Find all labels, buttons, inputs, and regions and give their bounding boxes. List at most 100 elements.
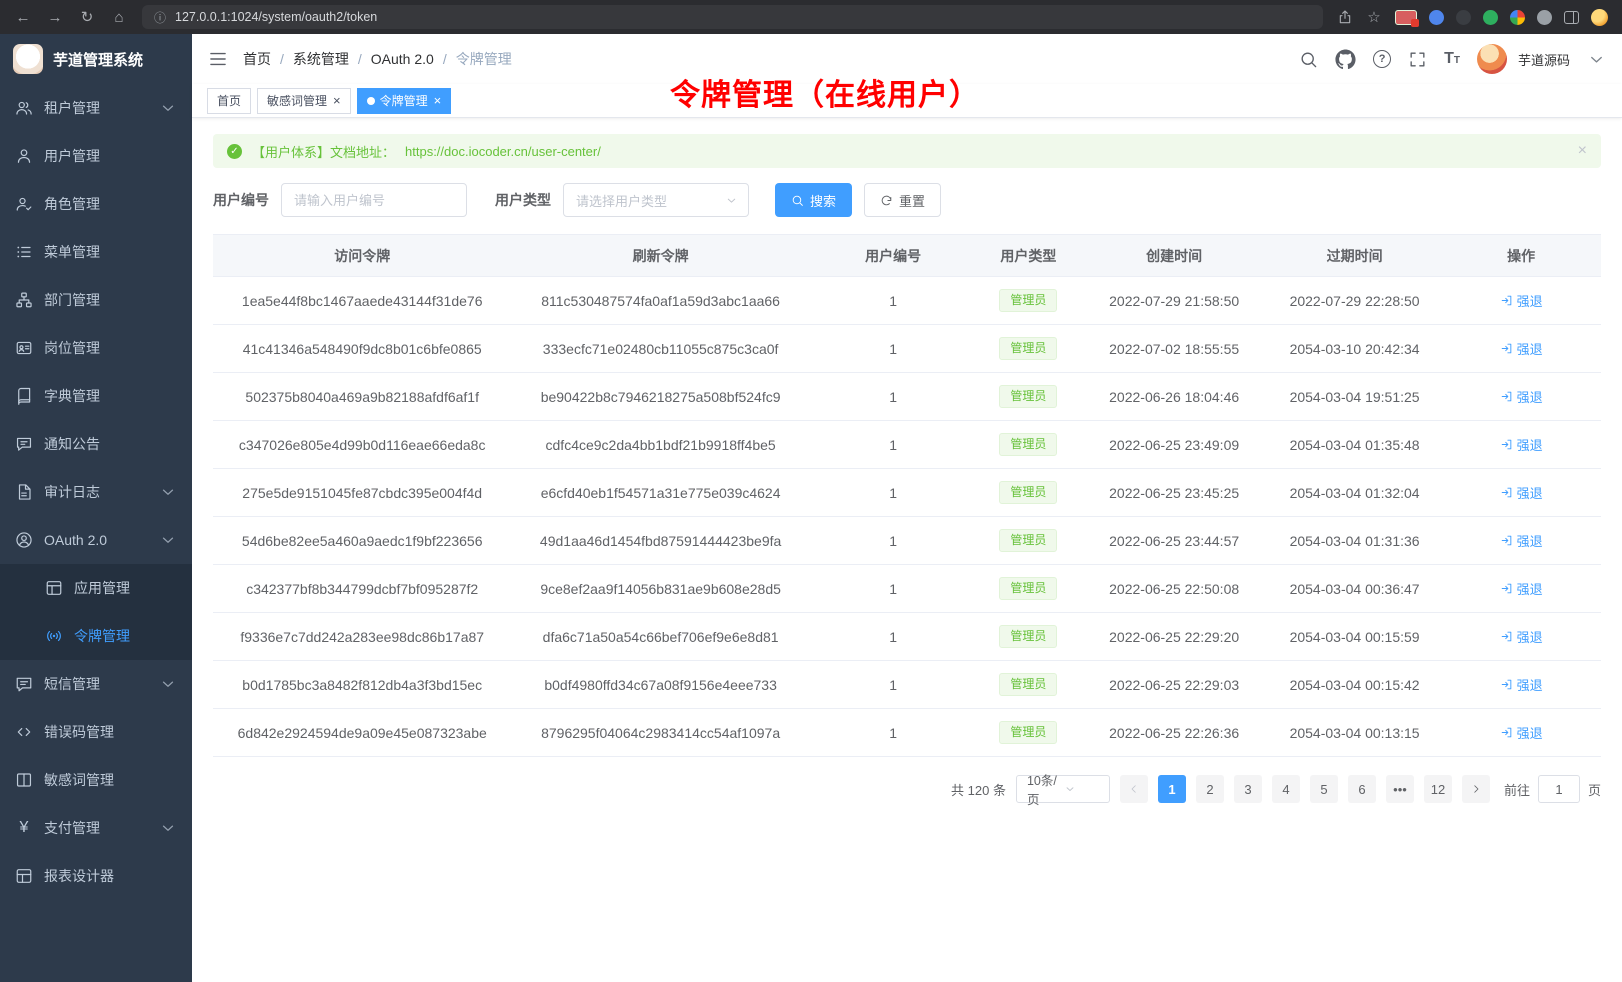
force-logout-button[interactable]: 强退 [1500,339,1543,358]
force-logout-button[interactable]: 强退 [1500,291,1543,310]
breadcrumb-item[interactable]: OAuth 2.0 [371,51,434,67]
force-logout-button[interactable]: 强退 [1500,579,1543,598]
sidebar: 芋道管理系统 租户管理 用户管理 角色管理 菜单管理 部门管理 岗位管理 [0,34,192,982]
extensions-puzzle-icon[interactable] [1537,10,1552,25]
github-icon[interactable] [1335,49,1356,70]
table-row: 502375b8040a469a9b82188afdf6af1f be90422… [213,373,1601,421]
help-icon[interactable]: ? [1373,50,1391,68]
breadcrumb-separator: / [443,51,447,67]
force-logout-button[interactable]: 强退 [1500,387,1543,406]
page-button[interactable]: 4 [1272,775,1300,803]
extension-icon[interactable] [1429,10,1444,25]
sidebar-item-audit-log[interactable]: 审计日志 [0,468,192,516]
sidebar-item-post[interactable]: 岗位管理 [0,324,192,372]
back-icon[interactable]: ← [14,9,32,26]
user-type-badge: 管理员 [999,433,1057,455]
goto-page-input[interactable] [1538,775,1580,803]
sidebar-item-sensitive-words[interactable]: 敏感词管理 [0,756,192,804]
page-size-select[interactable]: 10条/页 [1016,775,1110,803]
access-token-cell: 502375b8040a469a9b82188afdf6af1f [213,373,511,421]
close-icon[interactable]: × [333,94,341,107]
expire-time-cell: 2054-03-04 00:15:59 [1268,613,1442,661]
reset-button[interactable]: 重置 [864,183,941,217]
sidebar-item-payment[interactable]: ¥ 支付管理 [0,804,192,852]
create-time-cell: 2022-06-25 23:45:25 [1080,469,1267,517]
reload-icon[interactable]: ↻ [78,8,96,26]
sidebar-item-sms[interactable]: 短信管理 [0,660,192,708]
force-logout-button[interactable]: 强退 [1500,531,1543,550]
sidebar-item-oauth[interactable]: OAuth 2.0 [0,516,192,564]
breadcrumb-item[interactable]: 首页 [243,49,271,69]
doc-link[interactable]: https://doc.iocoder.cn/user-center/ [405,144,601,159]
url-bar[interactable]: ⓘ 127.0.0.1:1024/system/oauth2/token [142,5,1323,29]
user-type-select[interactable]: 请选择用户类型 [563,183,749,217]
breadcrumb-item[interactable]: 系统管理 [293,49,349,69]
tab-sensitive-words[interactable]: 敏感词管理 × [257,88,351,114]
user-name[interactable]: 芋道源码 [1518,50,1570,69]
sidebar-item-menu[interactable]: 菜单管理 [0,228,192,276]
sidebar-toggle-icon[interactable] [1564,11,1579,24]
sidebar-item-token-manage[interactable]: 令牌管理 [0,612,192,660]
access-token-cell: 6d842e2924594de9a09e45e087323abe [213,709,511,757]
chevron-down-icon [159,99,177,117]
force-logout-button[interactable]: 强退 [1500,675,1543,694]
doc-alert-banner: ✓ 【用户体系】文档地址： https://doc.iocoder.cn/use… [213,134,1601,168]
page-button[interactable]: 2 [1196,775,1224,803]
action-cell: 强退 [1441,373,1601,421]
page-button[interactable]: 12 [1424,775,1452,803]
share-icon[interactable] [1337,9,1353,25]
search-button[interactable]: 搜索 [775,183,852,217]
user-avatar[interactable] [1477,44,1507,74]
page-button[interactable]: 5 [1310,775,1338,803]
force-logout-button[interactable]: 强退 [1500,483,1543,502]
sidebar-item-error-code[interactable]: 错误码管理 [0,708,192,756]
logout-icon [1500,582,1513,595]
hamburger-icon[interactable] [208,49,228,69]
sidebar-item-user[interactable]: 用户管理 [0,132,192,180]
expire-time-cell: 2054-03-04 00:13:15 [1268,709,1442,757]
sidebar-item-report-designer[interactable]: 报表设计器 [0,852,192,900]
page-button[interactable]: 1 [1158,775,1186,803]
chevron-left-icon [1128,783,1140,795]
home-icon[interactable]: ⌂ [110,9,128,26]
page-button[interactable]: 6 [1348,775,1376,803]
forward-icon[interactable]: → [46,9,64,26]
fullscreen-icon[interactable] [1408,50,1427,69]
tab-token-manage[interactable]: 令牌管理 × [357,88,452,114]
more-pages-button[interactable]: ••• [1386,775,1414,803]
close-icon[interactable]: × [434,94,442,107]
chevron-down-icon[interactable] [1587,50,1606,69]
sidebar-item-dept[interactable]: 部门管理 [0,276,192,324]
app-logo[interactable]: 芋道管理系统 [0,34,192,84]
search-icon[interactable] [1299,50,1318,69]
refresh-token-cell: 49d1aa46d1454fbd87591444423be9fa [511,517,809,565]
force-logout-button[interactable]: 强退 [1500,723,1543,742]
sidebar-item-role[interactable]: 角色管理 [0,180,192,228]
next-page-button[interactable] [1462,775,1490,803]
font-size-icon[interactable]: TT [1444,50,1460,68]
page-button[interactable]: 3 [1234,775,1262,803]
create-time-cell: 2022-06-25 22:29:20 [1080,613,1267,661]
user-id-input[interactable] [281,183,467,217]
extension-icon[interactable] [1483,10,1498,25]
extension-icon[interactable] [1395,10,1417,25]
action-cell: 强退 [1441,277,1601,325]
force-logout-button[interactable]: 强退 [1500,627,1543,646]
user-icon [15,147,33,165]
sidebar-item-tenant[interactable]: 租户管理 [0,84,192,132]
sidebar-item-app-manage[interactable]: 应用管理 [0,564,192,612]
sidebar-item-label: 短信管理 [44,674,148,694]
prev-page-button[interactable] [1120,775,1148,803]
close-icon[interactable]: × [1578,142,1587,160]
tab-home[interactable]: 首页 [207,88,251,114]
sidebar-item-dict[interactable]: 字典管理 [0,372,192,420]
action-cell: 强退 [1441,517,1601,565]
sidebar-item-notice[interactable]: 通知公告 [0,420,192,468]
site-info-icon[interactable]: ⓘ [154,9,166,26]
profile-avatar-icon[interactable] [1591,9,1608,26]
extension-icon[interactable] [1510,10,1525,25]
columns-icon [15,771,33,789]
force-logout-button[interactable]: 强退 [1500,435,1543,454]
bookmark-star-icon[interactable]: ☆ [1365,8,1383,26]
extension-icon[interactable] [1456,10,1471,25]
